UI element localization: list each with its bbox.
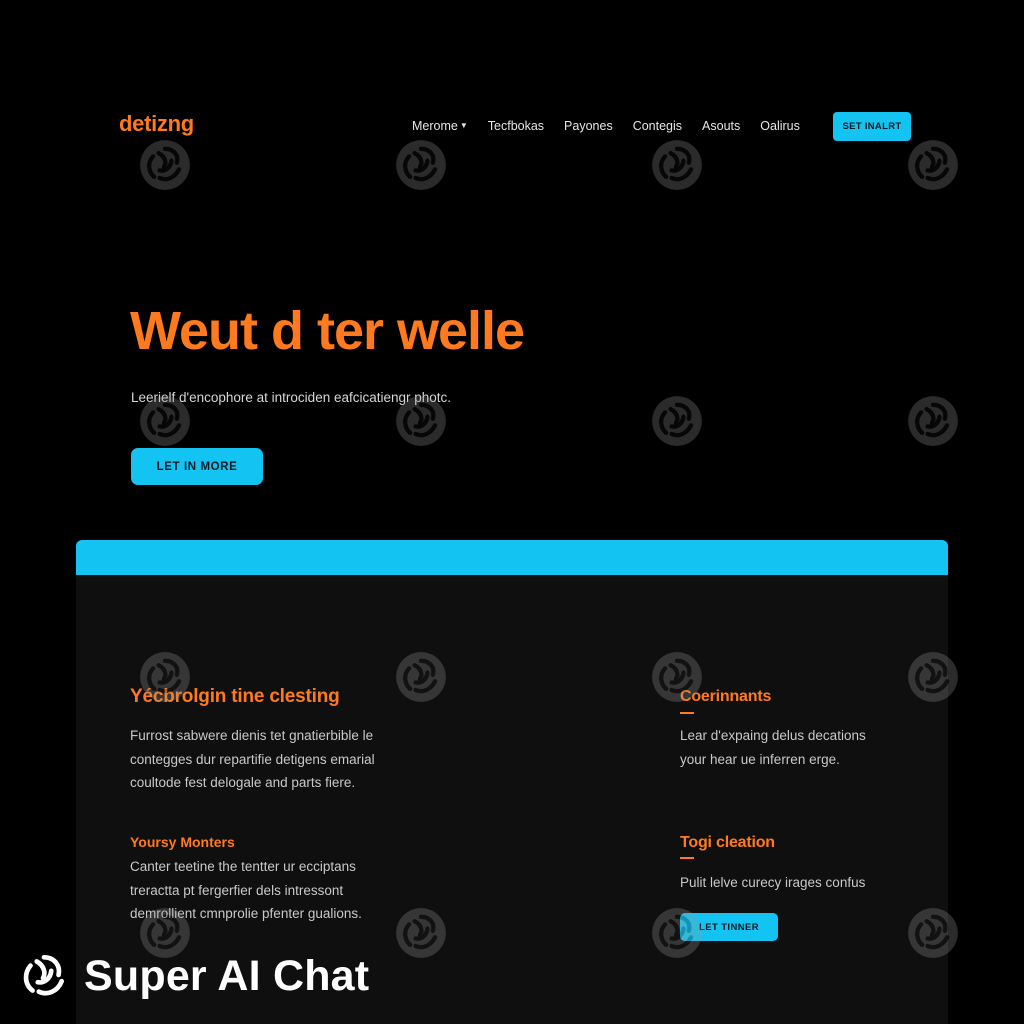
feature-title: Coerinnants <box>680 688 772 705</box>
watermark-icon <box>908 140 958 190</box>
feature-text-line: contegges dur repartifie detigens emaria… <box>130 751 375 767</box>
hero-subtitle: Leerielf d'encophore at introciden eafci… <box>131 390 452 405</box>
main-nav: Merome ▼ Tecfbokas Payones Contegis Asout… <box>412 119 820 133</box>
watermark-icon <box>652 396 702 446</box>
nav-item-4[interactable]: Contegis <box>633 119 682 133</box>
feature-cta-button[interactable]: LET TINNER <box>680 913 778 941</box>
feature-text-line: your hear ue inferren erge. <box>680 751 840 767</box>
watermark-icon <box>652 140 702 190</box>
hero-cta-button[interactable]: LET IN MORE <box>131 448 263 485</box>
nav-item-6[interactable]: Oalirus <box>760 119 800 133</box>
brand-name: Super AI Chat <box>84 951 370 1000</box>
feature-text: Lear d'expaing delus decations your hear… <box>680 724 866 771</box>
feature-title: Yécbrolgin tine clesting <box>130 686 340 707</box>
feature-text: Canter teetine the tentter ur ecciptans … <box>130 855 362 926</box>
feature-text-line: coultode fest delogale and parts fiere. <box>130 775 356 790</box>
watermark-icon <box>908 396 958 446</box>
feature-text-line: Lear d'expaing delus decations <box>680 728 866 743</box>
hero-title: Weut d ter welle <box>130 301 525 361</box>
nav-item-5[interactable]: Asouts <box>702 119 740 133</box>
feature-title: Yoursy Monters <box>130 834 235 850</box>
nav-item-home[interactable]: Merome ▼ <box>412 119 468 133</box>
brand-watermark: Super AI Chat <box>18 950 369 1002</box>
feature-text: Pulit lelve curecy irages confus <box>680 871 865 895</box>
feature-text: Furrost sabwere dienis tet gnatierbible … <box>130 724 375 795</box>
site-logo[interactable]: detizng <box>119 111 194 137</box>
header-cta-button[interactable]: SET INALRT <box>833 112 911 141</box>
nav-item-label: Merome <box>412 119 458 133</box>
super-ai-chat-logo-icon <box>23 954 65 996</box>
watermark-icon <box>140 140 190 190</box>
feature-text-line: treractta pt fergerfier dels intressont <box>130 882 344 898</box>
chevron-down-icon: ▼ <box>459 121 468 130</box>
feature-text-line: Canter teetine the tentter ur ecciptans <box>130 859 356 874</box>
watermark-icon <box>396 140 446 190</box>
feature-text-line: Furrost sabwere dienis tet gnatierbible … <box>130 728 374 743</box>
landing-page: detizng Merome ▼ Tecfbokas Payones Conteg… <box>0 0 1024 1024</box>
feature-text-line: demrollient cmnprolie pfenter gualions. <box>130 906 362 921</box>
accent-underline <box>680 712 694 714</box>
nav-item-3[interactable]: Payones <box>564 119 613 133</box>
nav-item-2[interactable]: Tecfbokas <box>488 119 544 133</box>
feature-title: Togi cleation <box>680 834 775 851</box>
accent-underline <box>680 857 694 859</box>
feature-text-line: Pulit lelve curecy irages confus <box>680 875 866 890</box>
panel-header-bar <box>76 540 948 575</box>
